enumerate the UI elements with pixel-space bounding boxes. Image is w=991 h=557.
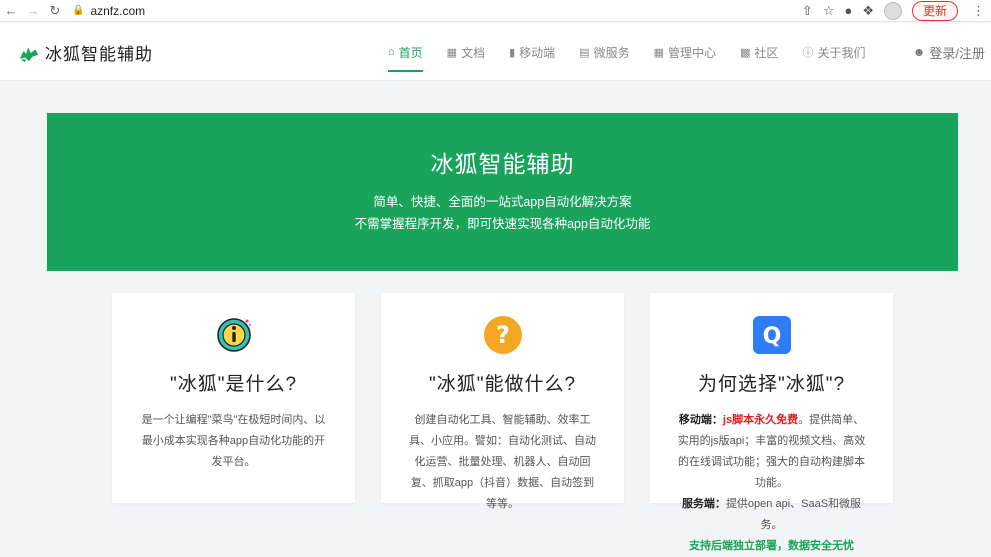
share-icon[interactable]: ⇧ bbox=[802, 3, 813, 19]
nav-item-about[interactable]: ⓘ 关于我们 bbox=[802, 23, 865, 81]
nav-item-label: 移动端 bbox=[519, 45, 556, 60]
svg-text:?: ? bbox=[496, 321, 510, 349]
home-icon: ⌂ bbox=[388, 46, 395, 58]
mobile-icon: ▮ bbox=[509, 46, 516, 59]
login-link[interactable]: ☻ 登录/注册 bbox=[913, 23, 985, 81]
card-title: "冰狐"能做什么? bbox=[428, 374, 577, 395]
feature-card-what: "冰狐"是什么? 是一个让编程"菜鸟"在极短时间内、以最小成本实现各种app自动… bbox=[112, 293, 355, 503]
back-icon[interactable]: ← bbox=[0, 0, 22, 22]
hero-banner: 冰狐智能辅助 简单、快捷、全面的一站式app自动化解决方案 不需掌握程序开发，即… bbox=[47, 113, 958, 271]
service-text: 提供open api、SaaS和微服务。 bbox=[725, 498, 862, 531]
site-header: 冰狐智能辅助 ⌂ 首页 ▦ 文档 ▮ 移动端 ▤ 微服务 ▦ 管理中心 ▩ 社区… bbox=[0, 23, 991, 81]
nav-item-docs[interactable]: ▦ 文档 bbox=[447, 23, 485, 81]
main-nav: ⌂ 首页 ▦ 文档 ▮ 移动端 ▤ 微服务 ▦ 管理中心 ▩ 社区 ⓘ 关于我们 bbox=[388, 23, 889, 81]
nav-item-label: 首页 bbox=[398, 45, 423, 60]
hero-subtitle-2: 不需掌握程序开发，即可快速实现各种app自动化功能 bbox=[354, 217, 651, 231]
nav-item-admin[interactable]: ▦ 管理中心 bbox=[654, 23, 716, 81]
q-badge-icon: Q bbox=[752, 315, 792, 355]
card-body: 移动端：js脚本永久免费。提供简单、实用的js版api；丰富的视频文档、高效的在… bbox=[677, 410, 867, 557]
chat-icon: ▩ bbox=[740, 46, 751, 59]
server-icon: ▤ bbox=[579, 46, 590, 59]
book-icon: ▦ bbox=[446, 46, 458, 59]
hero-title: 冰狐智能辅助 bbox=[430, 151, 575, 177]
nav-item-home[interactable]: ⌂ 首页 bbox=[388, 23, 423, 81]
hero-subtitle-1: 简单、快捷、全面的一站式app自动化解决方案 bbox=[373, 195, 632, 209]
forward-icon[interactable]: → bbox=[22, 0, 44, 22]
extension-evernote-icon[interactable]: ● bbox=[844, 3, 852, 18]
address-bar[interactable]: 🔒 aznfz.com bbox=[72, 2, 802, 20]
grid-icon: ▦ bbox=[653, 46, 664, 59]
nav-item-label: 文档 bbox=[461, 45, 486, 60]
nav-item-label: 关于我们 bbox=[817, 45, 866, 60]
feature-card-capabilities: ? "冰狐"能做什么? 创建自动化工具、智能辅助、效率工具、小应用。譬如：自动化… bbox=[381, 293, 624, 510]
url-text: aznfz.com bbox=[90, 3, 146, 18]
avatar[interactable] bbox=[883, 1, 902, 20]
feature-card-why: Q 为何选择"冰狐"? 移动端：js脚本永久免费。提供简单、实用的js版api；… bbox=[650, 293, 893, 552]
reload-icon[interactable]: ↻ bbox=[44, 0, 66, 22]
lock-icon: 🔒 bbox=[72, 5, 85, 16]
card-body: 是一个让编程"菜鸟"在极短时间内、以最小成本实现各种app自动化功能的开发平台。 bbox=[141, 414, 326, 468]
nav-item-label: 微服务 bbox=[593, 45, 630, 60]
svg-text:Q: Q bbox=[762, 324, 781, 349]
star-icon[interactable]: ☆ bbox=[823, 3, 835, 19]
nav-item-mobile[interactable]: ▮ 移动端 bbox=[509, 23, 555, 81]
nav-item-community[interactable]: ▩ 社区 bbox=[740, 23, 778, 81]
free-highlight: js脚本永久免费 bbox=[722, 414, 799, 426]
deploy-highlight: 支持后端独立部署，数据安全无忧 bbox=[689, 540, 854, 552]
nav-item-label: 社区 bbox=[754, 45, 779, 60]
card-title: "冰狐"是什么? bbox=[169, 374, 298, 395]
user-icon: ☻ bbox=[912, 45, 926, 59]
info-icon: ⓘ bbox=[802, 47, 814, 59]
site-logo[interactable]: 冰狐智能辅助 bbox=[18, 40, 153, 65]
card-body: 创建自动化工具、智能辅助、效率工具、小应用。譬如：自动化测试、自动化运营、批量处… bbox=[409, 414, 596, 510]
question-circle-icon: ? bbox=[483, 315, 523, 355]
update-button[interactable]: 更新 bbox=[911, 0, 958, 21]
mobile-label: 移动端： bbox=[678, 414, 723, 426]
site-name: 冰狐智能辅助 bbox=[45, 45, 153, 64]
login-label: 登录/注册 bbox=[929, 45, 985, 61]
puzzle-icon[interactable]: ❖ bbox=[862, 3, 874, 19]
info-circle-icon bbox=[214, 315, 254, 355]
card-title: 为何选择"冰狐"? bbox=[697, 374, 846, 395]
nav-item-microservice[interactable]: ▤ 微服务 bbox=[579, 23, 629, 81]
browser-toolbar: ← → ↻ 🔒 aznfz.com ⇧ ☆ ● ❖ 更新 ⋮ bbox=[0, 0, 991, 22]
nav-item-label: 管理中心 bbox=[668, 45, 717, 60]
fox-logo-icon bbox=[19, 47, 39, 62]
kebab-menu-icon[interactable]: ⋮ bbox=[972, 3, 985, 19]
